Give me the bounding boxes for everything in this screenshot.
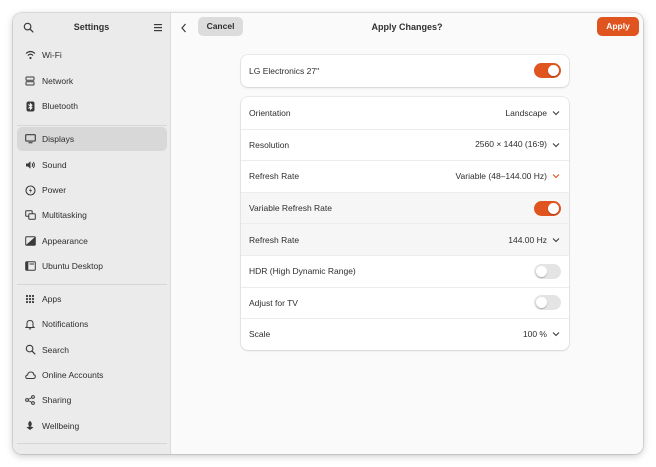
sidebar-item-label: Appearance bbox=[42, 235, 88, 246]
scale-value: 100 % bbox=[522, 329, 547, 340]
variable-refresh-rate-row: Variable Refresh Rate bbox=[241, 191, 569, 224]
hdr-switch[interactable] bbox=[534, 263, 561, 279]
sidebar-item-label: Network bbox=[42, 75, 74, 86]
wellbeing-icon bbox=[24, 420, 36, 432]
sidebar-item-search[interactable]: Search bbox=[17, 338, 167, 362]
adjust-tv-label: Adjust for TV bbox=[249, 297, 298, 308]
sidebar-item-multitasking[interactable]: Multitasking bbox=[17, 203, 167, 227]
variable-refresh-rate-label: Variable Refresh Rate bbox=[249, 203, 332, 214]
sidebar-item-wellbeing[interactable]: Wellbeing bbox=[17, 414, 167, 438]
monitor-name: LG Electronics 27" bbox=[249, 65, 320, 76]
network-icon bbox=[24, 75, 36, 87]
bluetooth-icon bbox=[24, 100, 36, 112]
sidebar-item-label: Online Accounts bbox=[42, 370, 104, 380]
sidebar-item-online-accounts[interactable]: Online Accounts bbox=[17, 363, 167, 387]
main-panel: Cancel Apply Changes? Apply LG Electroni… bbox=[171, 13, 643, 454]
power-icon bbox=[24, 184, 36, 196]
sidebar-item-power[interactable]: Power bbox=[17, 178, 167, 202]
sidebar-item-label: Power bbox=[42, 185, 67, 195]
sidebar-item-label: Sound bbox=[42, 159, 67, 170]
header-bar: Cancel Apply Changes? Apply bbox=[171, 13, 643, 42]
chevron-down-icon[interactable] bbox=[552, 330, 560, 338]
fixed-refresh-rate-label: Refresh Rate bbox=[249, 234, 300, 245]
sidebar-divider bbox=[17, 284, 167, 285]
share-icon bbox=[24, 394, 36, 406]
chevron-down-icon[interactable] bbox=[552, 109, 560, 117]
orientation-value: Landscape bbox=[505, 107, 547, 118]
resolution-label: Resolution bbox=[249, 139, 290, 150]
monitor-card: LG Electronics 27" bbox=[241, 55, 569, 87]
page-title: Apply Changes? bbox=[371, 22, 443, 32]
bell-icon bbox=[24, 318, 36, 330]
sidebar-item-label: Search bbox=[42, 344, 69, 355]
sidebar-item-label: Wi-Fi bbox=[42, 50, 62, 60]
sidebar-item-ubuntu-desktop[interactable]: Ubuntu Desktop bbox=[17, 254, 167, 278]
appearance-icon bbox=[24, 235, 36, 247]
monitor-row: LG Electronics 27" bbox=[241, 55, 569, 87]
sidebar-item-label: Ubuntu Desktop bbox=[42, 261, 103, 271]
sidebar-item-label: Wellbeing bbox=[42, 420, 80, 431]
refresh-rate-row[interactable]: Refresh Rate Variable (48–144.00 Hz) bbox=[241, 160, 569, 192]
switch-knob bbox=[548, 65, 559, 77]
switch-knob bbox=[536, 265, 547, 277]
chevron-down-icon[interactable] bbox=[552, 172, 560, 180]
resolution-value: 2560 × 1440 (16∶9) bbox=[475, 139, 547, 150]
chevron-down-icon[interactable] bbox=[552, 141, 560, 149]
sidebar-item-bluetooth[interactable]: Bluetooth bbox=[17, 94, 167, 118]
variable-refresh-rate-switch[interactable] bbox=[534, 200, 561, 216]
sidebar-divider bbox=[17, 443, 167, 444]
sidebar-item-appearance[interactable]: Appearance bbox=[17, 229, 167, 253]
sidebar-divider bbox=[17, 125, 167, 126]
display-settings-card: Orientation Landscape Resolution 2560 × … bbox=[241, 97, 569, 350]
wifi-icon bbox=[24, 49, 36, 61]
fixed-refresh-rate-value: 144.00 Hz bbox=[508, 234, 547, 245]
apply-button[interactable]: Apply bbox=[597, 17, 639, 36]
sidebar-item-wifi[interactable]: Wi-Fi bbox=[17, 43, 167, 67]
speaker-icon bbox=[24, 159, 36, 171]
sidebar-item-notifications[interactable]: Notifications bbox=[17, 312, 167, 336]
sidebar-item-network[interactable]: Network bbox=[17, 69, 167, 93]
sidebar-item-displays[interactable]: Displays bbox=[17, 127, 167, 151]
sidebar-item-label: Displays bbox=[42, 134, 75, 144]
sidebar: Settings Wi-Fi Network Bluetooth Display… bbox=[13, 13, 171, 454]
ubuntu-desktop-icon bbox=[24, 260, 36, 272]
sidebar-item-label: Bluetooth bbox=[42, 101, 78, 111]
hdr-row: HDR (High Dynamic Range) bbox=[241, 254, 569, 287]
adjust-tv-switch[interactable] bbox=[534, 295, 561, 311]
chevron-down-icon[interactable] bbox=[552, 236, 560, 244]
search-icon bbox=[24, 344, 36, 356]
sidebar-item-apps[interactable]: Apps bbox=[17, 287, 167, 311]
adjust-tv-row: Adjust for TV bbox=[241, 286, 569, 319]
switch-knob bbox=[548, 202, 559, 214]
sidebar-item-sound[interactable]: Sound bbox=[17, 153, 167, 177]
fixed-refresh-rate-row[interactable]: Refresh Rate 144.00 Hz bbox=[241, 223, 569, 255]
sidebar-header: Settings bbox=[13, 13, 170, 42]
online-accounts-icon bbox=[24, 369, 36, 381]
sidebar-item-label: Sharing bbox=[42, 395, 72, 405]
apps-grid-icon bbox=[24, 293, 36, 305]
sidebar-item-sharing[interactable]: Sharing bbox=[17, 388, 167, 412]
orientation-row[interactable]: Orientation Landscape bbox=[241, 97, 569, 129]
sidebar-item-label: Multitasking bbox=[42, 210, 87, 220]
switch-knob bbox=[536, 297, 547, 309]
orientation-label: Orientation bbox=[249, 107, 291, 118]
sidebar-item-label: Notifications bbox=[42, 319, 89, 329]
monitor-enable-switch[interactable] bbox=[534, 63, 561, 79]
display-icon bbox=[24, 133, 36, 145]
hdr-label: HDR (High Dynamic Range) bbox=[249, 266, 356, 277]
sidebar-item-label: Apps bbox=[42, 293, 62, 304]
settings-window: Settings Wi-Fi Network Bluetooth Display… bbox=[13, 13, 643, 454]
refresh-rate-label: Refresh Rate bbox=[249, 171, 300, 182]
sidebar-title: Settings bbox=[73, 22, 110, 32]
resolution-row[interactable]: Resolution 2560 × 1440 (16∶9) bbox=[241, 128, 569, 161]
scale-label: Scale bbox=[249, 329, 271, 340]
scale-row[interactable]: Scale 100 % bbox=[241, 318, 569, 350]
multitasking-icon bbox=[24, 209, 36, 221]
hamburger-menu-icon[interactable] bbox=[151, 21, 164, 34]
refresh-rate-value: Variable (48–144.00 Hz) bbox=[455, 171, 547, 182]
